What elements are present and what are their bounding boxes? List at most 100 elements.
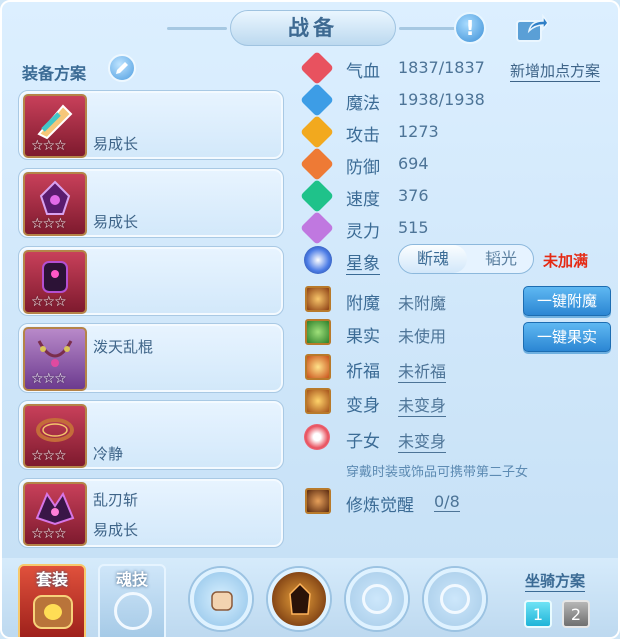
enchant-icon <box>305 286 331 312</box>
item-stars: ☆☆☆ <box>31 294 67 310</box>
heart-icon <box>300 51 334 85</box>
speed-icon <box>300 179 334 213</box>
enchant-value: 未附魔 <box>398 294 447 313</box>
enchant-label: 附魔 <box>346 294 380 314</box>
transform-value-link[interactable]: 未变身 <box>398 392 447 417</box>
equip-slot-2[interactable]: ☆☆☆ 易成长 <box>18 168 284 238</box>
stat-attack: 攻击 1273 <box>300 115 612 149</box>
blessing-label: 祈福 <box>346 362 380 382</box>
awaken-value-link[interactable]: 0/8 <box>434 492 460 512</box>
blessing-row: 祈福 未祈福 <box>302 354 612 383</box>
stat-value: 376 <box>398 186 429 205</box>
spirit-icon <box>300 211 334 245</box>
window-title: 战备 <box>167 10 459 46</box>
equip-item-icon: ☆☆☆ <box>23 327 87 391</box>
stat-value: 1273 <box>398 122 439 141</box>
exclamation-icon: ! <box>465 16 475 40</box>
mana-icon <box>300 83 334 117</box>
tab-suit[interactable]: 套装 <box>18 564 86 637</box>
empty-slot-icon <box>114 592 152 630</box>
equip-slot-3[interactable]: ☆☆☆ <box>18 246 284 316</box>
share-icon <box>516 13 549 42</box>
stat-defense: 防御 694 <box>300 147 612 181</box>
equip-item-icon: ☆☆☆ <box>23 250 87 314</box>
equip-slot-4[interactable]: ☆☆☆ 泼天乱棍 <box>18 323 284 393</box>
equip-scheme-label: 装备方案 <box>22 64 87 83</box>
item-sub: 易成长 <box>93 135 139 153</box>
armor-icon <box>33 595 73 629</box>
blessing-icon <box>305 354 331 380</box>
skill-slot-2[interactable] <box>268 568 330 630</box>
skill-slot-1[interactable] <box>190 568 252 630</box>
equip-item-icon: ☆☆☆ <box>23 172 87 236</box>
equip-slot-5[interactable]: ☆☆☆ 冷静 <box>18 400 284 470</box>
child-label: 子女 <box>346 432 380 452</box>
tab-suit-label: 套装 <box>35 570 68 589</box>
stat-label: 灵力 <box>346 222 380 242</box>
toggle-option-duanhun[interactable]: 断魂 <box>399 245 467 273</box>
stat-label: 魔法 <box>346 94 380 114</box>
awaken-row: 修炼觉醒 0/8 <box>302 488 612 516</box>
pencil-icon <box>116 62 128 74</box>
skill-slot-3[interactable] <box>346 568 408 630</box>
stat-speed: 速度 376 <box>300 179 612 213</box>
equip-slot-6[interactable]: ☆☆☆ 乱刃斩 易成长 <box>18 478 284 548</box>
transform-icon <box>305 388 331 414</box>
item-name: 泼天乱棍 <box>93 338 154 356</box>
fruit-label: 果实 <box>346 327 380 347</box>
child-icon <box>304 424 330 450</box>
warrior-icon <box>289 582 311 615</box>
mount-scheme-2-button[interactable]: 2 <box>562 600 590 628</box>
item-stars: ☆☆☆ <box>31 216 67 232</box>
mount-scheme-1-button[interactable]: 1 <box>524 600 552 628</box>
child-note: 穿戴时装或饰品可携带第二子女 <box>346 465 529 480</box>
star-sign-label[interactable]: 星象 <box>346 249 380 275</box>
equip-item-icon: ☆☆☆ <box>23 482 87 546</box>
stat-value: 1837/1837 <box>398 58 485 77</box>
tab-soul-skill-label: 魂技 <box>115 570 148 589</box>
add-point-scheme-link[interactable]: 新增加点方案 <box>510 60 601 82</box>
equip-item-icon: ☆☆☆ <box>23 94 87 158</box>
awaken-icon <box>305 488 331 514</box>
tab-soul-skill[interactable]: 魂技 <box>98 564 166 637</box>
stat-spirit: 灵力 515 <box>300 211 612 245</box>
item-stars: ☆☆☆ <box>31 138 67 154</box>
stat-value: 694 <box>398 154 429 173</box>
stat-mp: 魔法 1938/1938 <box>300 83 612 117</box>
toggle-option-taoguang[interactable]: 韬光 <box>467 245 533 273</box>
item-sub: 易成长 <box>93 213 139 231</box>
sword-icon <box>300 115 334 149</box>
stat-label: 速度 <box>346 190 380 210</box>
share-button[interactable] <box>514 12 550 44</box>
star-sign-status: 未加满 <box>543 252 589 270</box>
stat-label: 攻击 <box>346 126 380 146</box>
mount-scheme-link[interactable]: 坐骑方案 <box>525 570 586 592</box>
fist-icon <box>211 591 233 611</box>
equip-slot-1[interactable]: ☆☆☆ 易成长 <box>18 90 284 160</box>
item-stars: ☆☆☆ <box>31 371 67 387</box>
fruit-icon <box>305 319 331 345</box>
help-button[interactable]: ! <box>454 12 486 44</box>
empty-slot-icon <box>440 584 470 614</box>
star-sign-toggle[interactable]: 断魂 韬光 <box>398 244 534 274</box>
child-value-link[interactable]: 未变身 <box>398 428 447 453</box>
awaken-label: 修炼觉醒 <box>346 496 414 516</box>
item-stars: ☆☆☆ <box>31 448 67 464</box>
transform-row: 变身 未变身 <box>302 388 612 417</box>
one-key-fruit-button[interactable]: 一键果实 <box>523 322 611 352</box>
edit-scheme-button[interactable] <box>108 54 136 82</box>
stat-value: 515 <box>398 218 429 237</box>
equip-item-icon: ☆☆☆ <box>23 404 87 468</box>
skill-slot-4[interactable] <box>424 568 486 630</box>
combat-prep-window: 战备 ! 装备方案 ☆☆☆ 易成长 ☆☆☆ 易成长 ☆☆☆ ☆☆☆ 泼天乱棍 ☆… <box>0 0 620 639</box>
item-sub: 易成长 <box>93 521 139 539</box>
one-key-enchant-button[interactable]: 一键附魔 <box>523 286 611 316</box>
stat-value: 1938/1938 <box>398 90 485 109</box>
child-row: 子女 未变身 <box>302 424 612 453</box>
star-sign-icon <box>304 246 332 274</box>
shield-icon <box>300 147 334 181</box>
item-stars: ☆☆☆ <box>31 526 67 542</box>
empty-slot-icon <box>362 584 392 614</box>
transform-label: 变身 <box>346 396 380 416</box>
blessing-value-link[interactable]: 未祈福 <box>398 358 447 383</box>
